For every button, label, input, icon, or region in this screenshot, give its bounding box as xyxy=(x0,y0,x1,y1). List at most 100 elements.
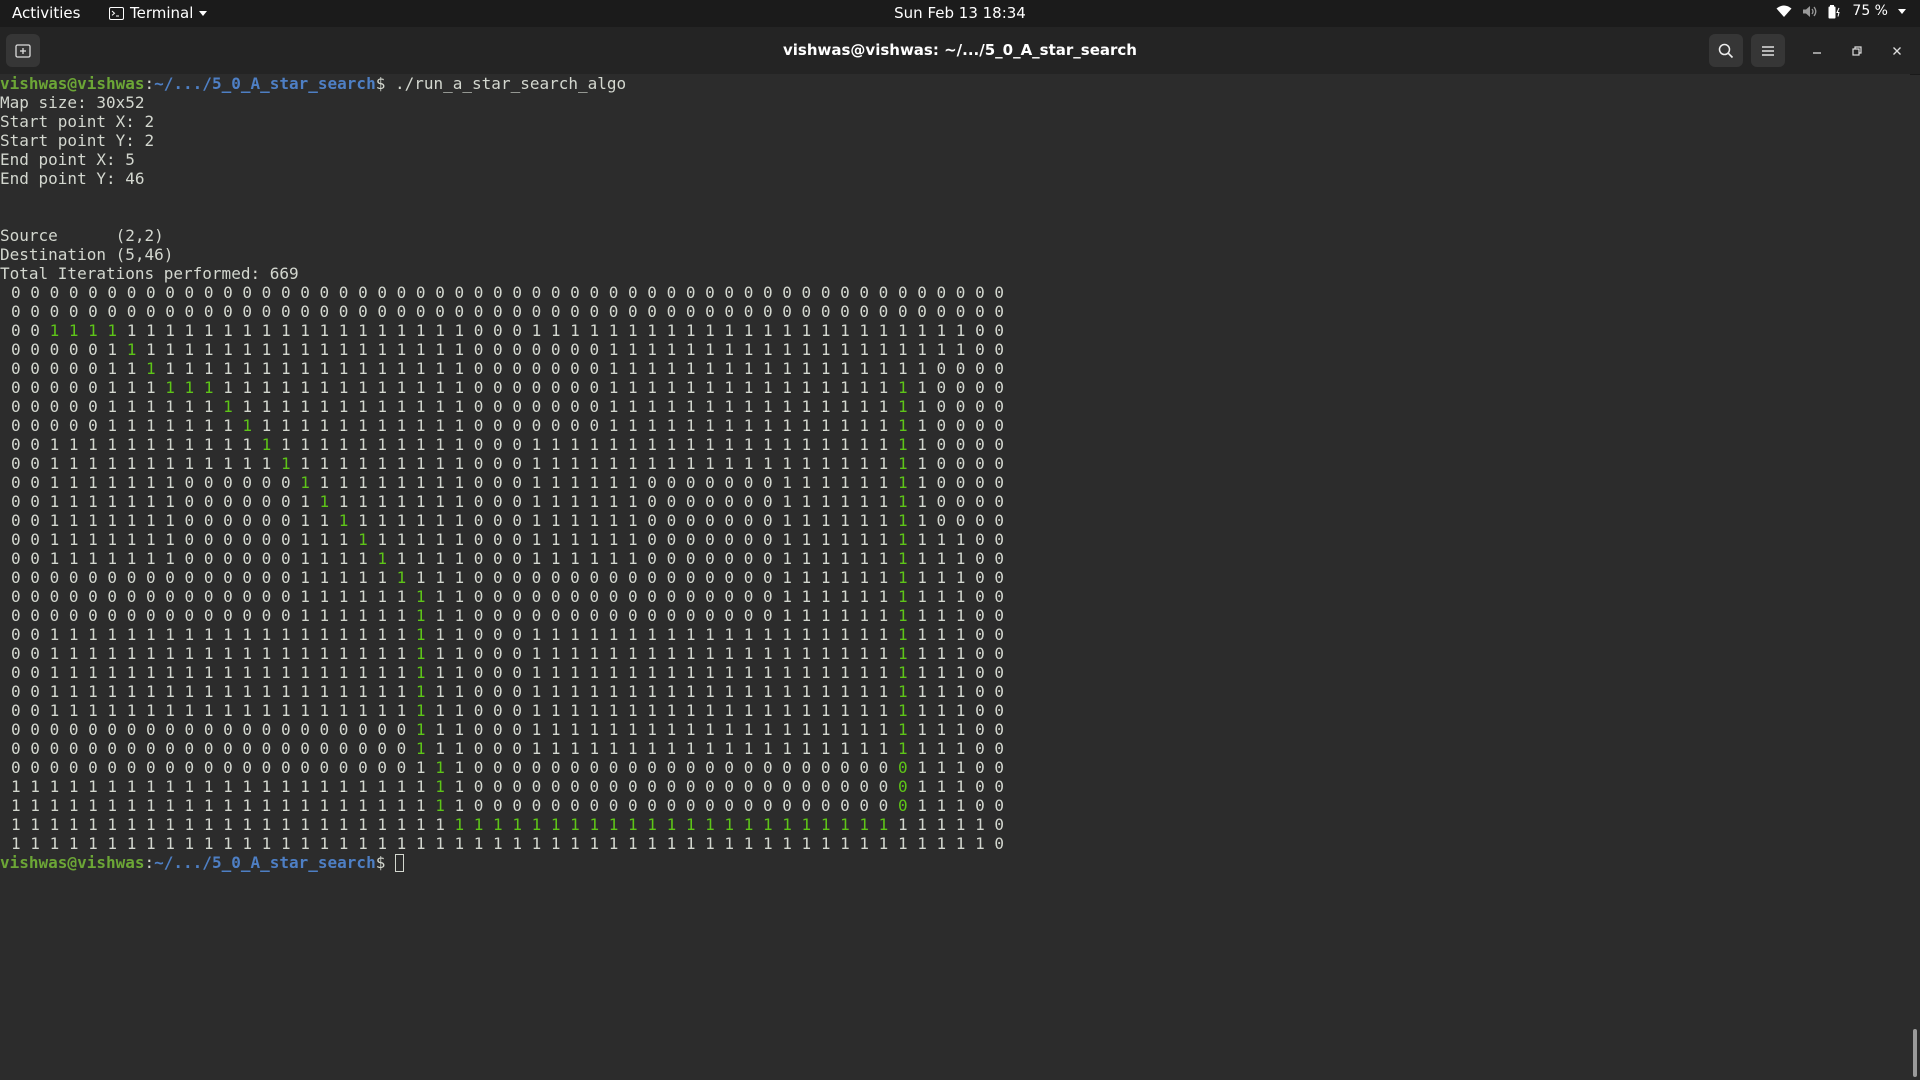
grid-cell: 0 xyxy=(994,701,1004,720)
grid-cell: 0 xyxy=(512,701,522,720)
grid-cell: 1 xyxy=(107,473,118,492)
grid-cell: 1 xyxy=(859,359,870,378)
grid-cell: 1 xyxy=(840,549,850,568)
grid-cell: 1 xyxy=(820,663,831,682)
grid-cell: 0 xyxy=(570,777,580,796)
grid-cell: 1 xyxy=(897,625,908,644)
grid-cell: 1 xyxy=(878,492,889,511)
grid-cell: 1 xyxy=(358,815,368,834)
grid-cell: 1 xyxy=(280,815,291,834)
active-prompt-line[interactable]: vishwas@vishwas:~/.../5_0_A_star_search$ xyxy=(0,853,1910,872)
grid-cell: 0 xyxy=(473,739,484,758)
grid-cell: 1 xyxy=(917,644,927,663)
restore-button[interactable] xyxy=(1840,34,1874,67)
grid-cell: 0 xyxy=(473,758,484,777)
grid-cell: 0 xyxy=(473,606,484,625)
grid-cell: 1 xyxy=(396,834,407,853)
grid-cell: 1 xyxy=(589,739,600,758)
new-tab-button[interactable] xyxy=(6,34,40,67)
grid-cell: 0 xyxy=(512,568,522,587)
clock[interactable]: Sun Feb 13 18:34 xyxy=(894,4,1026,22)
grid-cell: 1 xyxy=(608,720,619,739)
grid-cell: 1 xyxy=(955,739,966,758)
grid-cell: 1 xyxy=(242,663,253,682)
grid-cell: 0 xyxy=(724,606,735,625)
system-tray[interactable]: 75 % xyxy=(1776,3,1906,19)
grid-cell: 1 xyxy=(88,321,98,340)
grid-row: 0 0 0 0 0 0 0 0 0 0 0 0 0 0 0 1 1 1 1 1 … xyxy=(11,587,1910,606)
grid-cell: 0 xyxy=(994,796,1004,815)
grid-cell: 1 xyxy=(415,815,426,834)
grid-cell: 1 xyxy=(223,777,233,796)
grid-cell: 1 xyxy=(820,701,831,720)
grid-cell: 1 xyxy=(647,435,657,454)
grid-cell: 1 xyxy=(917,321,927,340)
grid-cell: 1 xyxy=(300,663,310,682)
grid-cell: 0 xyxy=(994,359,1004,378)
grid-row: 0 0 1 1 1 1 1 1 1 0 0 0 0 0 0 1 1 1 1 1 … xyxy=(11,492,1910,511)
grid-cell: 0 xyxy=(705,302,715,321)
grid-cell: 0 xyxy=(743,283,754,302)
grid-cell: 0 xyxy=(145,283,156,302)
grid-cell: 1 xyxy=(415,454,426,473)
grid-cell: 0 xyxy=(493,701,503,720)
grid-cell: 1 xyxy=(724,682,735,701)
window-title: vishwas@vishwas: ~/.../5_0_A_star_search xyxy=(782,41,1137,59)
hamburger-menu-button[interactable] xyxy=(1751,34,1785,67)
grid-cell: 0 xyxy=(49,416,60,435)
grid-cell: 0 xyxy=(165,758,175,777)
minimize-button[interactable] xyxy=(1800,34,1834,67)
grid-cell: 1 xyxy=(801,625,812,644)
grid-cell: 0 xyxy=(242,720,253,739)
grid-cell: 0 xyxy=(840,758,850,777)
grid-cell: 1 xyxy=(280,682,291,701)
grid-cell: 1 xyxy=(184,435,195,454)
terminal-output[interactable]: vishwas@vishwas:~/.../5_0_A_star_search$… xyxy=(0,74,1910,1080)
grid-cell: 1 xyxy=(261,321,272,340)
grid-cell: 1 xyxy=(628,663,638,682)
grid-cell: 1 xyxy=(223,454,233,473)
grid-cell: 1 xyxy=(897,834,908,853)
grid-cell: 0 xyxy=(30,568,40,587)
scrollbar-thumb[interactable] xyxy=(1913,1029,1917,1077)
grid-cell: 0 xyxy=(319,720,330,739)
new-tab-icon xyxy=(15,43,31,58)
grid-cell: 1 xyxy=(454,682,465,701)
grid-cell: 1 xyxy=(319,549,330,568)
grid-cell: 1 xyxy=(165,549,175,568)
scrollbar[interactable] xyxy=(1911,74,1920,1080)
grid-cell: 1 xyxy=(878,359,889,378)
grid-cell: 0 xyxy=(647,283,657,302)
grid-cell: 1 xyxy=(762,435,773,454)
grid-cell: 1 xyxy=(647,815,657,834)
grid-cell: 0 xyxy=(68,359,79,378)
grid-cell: 0 xyxy=(628,587,638,606)
grid-cell: 0 xyxy=(550,758,561,777)
grid-cell: 0 xyxy=(685,511,696,530)
grid-row: 0 0 0 0 0 0 0 0 0 0 0 0 0 0 0 0 0 0 0 0 … xyxy=(11,283,1910,302)
grid-cell: 0 xyxy=(242,606,253,625)
grid-cell: 0 xyxy=(897,283,908,302)
grid-cell: 1 xyxy=(647,340,657,359)
close-button[interactable] xyxy=(1880,34,1914,67)
activities-button[interactable]: Activities xyxy=(12,4,80,22)
grid-cell: 0 xyxy=(685,587,696,606)
grid-cell: 1 xyxy=(300,777,310,796)
grid-cell: 0 xyxy=(936,397,947,416)
search-button[interactable] xyxy=(1709,34,1743,67)
grid-cell: 0 xyxy=(531,378,542,397)
grid-cell: 0 xyxy=(223,283,233,302)
grid-cell: 1 xyxy=(319,815,330,834)
grid-cell: 1 xyxy=(840,720,850,739)
grid-cell: 0 xyxy=(358,283,368,302)
grid-cell: 0 xyxy=(493,758,503,777)
grid-cell: 0 xyxy=(107,606,118,625)
grid-cell: 0 xyxy=(88,720,98,739)
grid-cell: 1 xyxy=(897,663,908,682)
app-menu[interactable]: Terminal xyxy=(109,4,208,22)
grid-cell: 1 xyxy=(955,701,966,720)
grid-cell: 1 xyxy=(955,587,966,606)
grid-cell: 1 xyxy=(415,435,426,454)
grid-cell: 0 xyxy=(11,568,21,587)
